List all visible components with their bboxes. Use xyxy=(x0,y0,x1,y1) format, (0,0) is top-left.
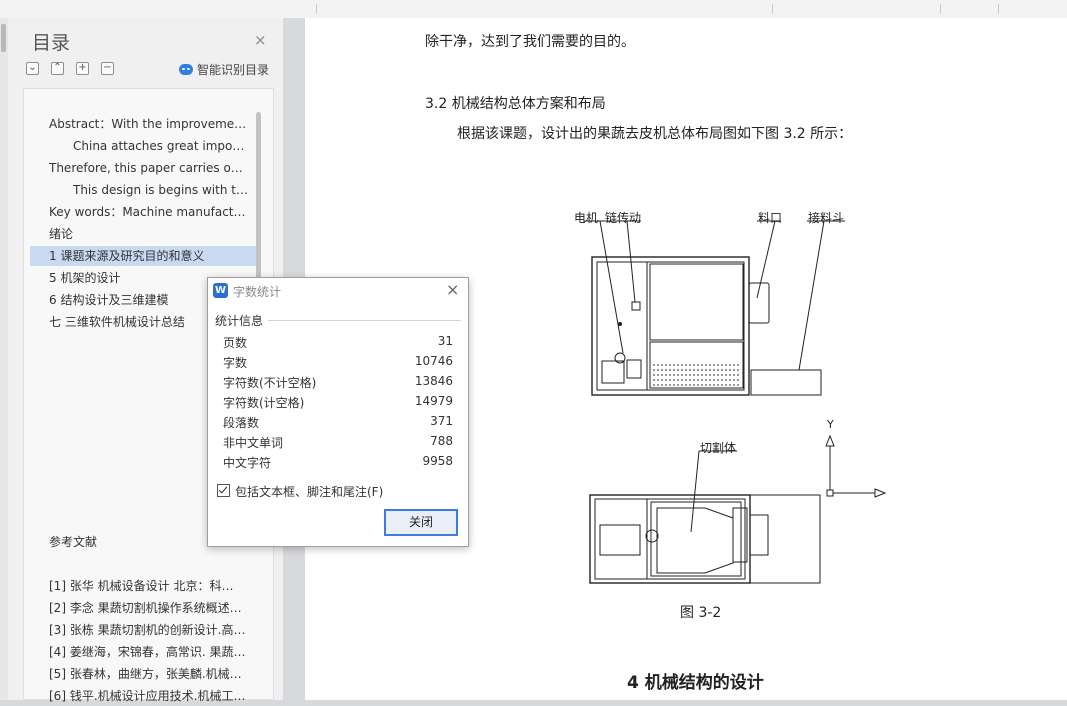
toc-item[interactable]: China attaches great import… xyxy=(73,136,249,156)
smart-recognize-button[interactable]: 智能识别目录 xyxy=(179,61,269,78)
toc-item[interactable]: [6] 钱平.机械设计应用技术.机械工… xyxy=(49,686,249,706)
toc-item[interactable]: [1] 张华 机械设备设计 北京：科… xyxy=(49,576,249,596)
stat-row: 非中文单词 788 xyxy=(223,434,453,452)
ai-recognize-icon xyxy=(179,64,193,75)
stat-row: 字符数(计空格) 14979 xyxy=(223,394,453,412)
stat-label: 非中文单词 xyxy=(223,436,284,450)
edge-scroll-thumb[interactable] xyxy=(1,24,6,52)
top-toolbar xyxy=(0,0,1067,19)
nav-edge-scrollbar[interactable] xyxy=(0,18,8,700)
dialog-close-button[interactable]: 关闭 xyxy=(384,509,458,536)
dialog-close-icon[interactable]: × xyxy=(446,280,459,299)
stat-label: 页数 xyxy=(223,336,248,350)
toc-scrollbar[interactable] xyxy=(256,112,261,287)
toc-item[interactable]: [2] 李念 果蔬切割机操作系统概述… xyxy=(49,598,249,618)
stat-row: 字数 10746 xyxy=(223,354,453,372)
stat-label: 中文字符 xyxy=(223,456,272,470)
toc-item[interactable]: Key words：Machine manufactu… xyxy=(49,202,249,222)
stat-label: 字符数(计空格) xyxy=(223,396,305,410)
stat-value: 31 xyxy=(437,334,453,348)
stat-value: 788 xyxy=(430,434,453,448)
toc-item[interactable]: This design is begins with th… xyxy=(73,180,249,200)
toc-item[interactable]: Abstract：With the improvemen… xyxy=(49,114,249,134)
stat-value: 10746 xyxy=(414,354,453,368)
wps-writer-icon: W xyxy=(213,283,228,298)
stat-row: 页数 31 xyxy=(223,334,453,352)
figure-caption: 图 3-2 xyxy=(680,605,722,621)
toolbar-separator xyxy=(998,4,999,14)
checkbox-checked-icon[interactable] xyxy=(217,484,230,497)
dialog-title: 字数统计 xyxy=(233,285,282,299)
toc-item[interactable]: 绪论 xyxy=(49,224,249,244)
stats-section-title: 统计信息 xyxy=(215,314,264,328)
toc-item[interactable]: [4] 姜继海，宋锦春，高常识. 果蔬… xyxy=(49,642,249,662)
stat-label: 字符数(不计空格) xyxy=(223,376,317,390)
expand-all-button[interactable]: ⌃ xyxy=(51,62,64,75)
include-textbox-footnote-checkbox[interactable]: 包括文本框、脚注和尾注(F) xyxy=(217,483,383,500)
nav-title: 目录 xyxy=(32,32,71,54)
checkbox-label: 包括文本框、脚注和尾注(F) xyxy=(235,485,384,499)
stat-row: 字符数(不计空格) 13846 xyxy=(223,374,453,392)
stat-value: 371 xyxy=(430,414,453,428)
word-count-dialog: W 字数统计 × 统计信息 页数 31 字数 10746 字符数(不计空格) 1384… xyxy=(207,277,469,547)
toc-item[interactable]: Therefore, this paper carries on r… xyxy=(49,158,249,178)
stat-value: 13846 xyxy=(414,374,453,388)
stat-value: 14979 xyxy=(414,394,453,408)
toolbar-separator xyxy=(316,4,317,14)
smart-recognize-label: 智能识别目录 xyxy=(197,63,270,77)
toc-item[interactable]: [3] 张栋 果蔬切割机的创新设计.高… xyxy=(49,620,249,640)
toolbar-separator xyxy=(940,4,941,14)
nav-button-row: ⌄ ⌃ + − xyxy=(26,62,126,76)
dialog-titlebar[interactable]: W 字数统计 × xyxy=(208,278,468,304)
nav-close-icon[interactable]: × xyxy=(254,31,267,49)
toolbar-separator xyxy=(772,4,773,14)
stat-label: 字数 xyxy=(223,356,248,370)
toc-item[interactable]: [5] 张春林，曲继方，张美麟.机械… xyxy=(49,664,249,684)
chapter-heading: 4 机械结构的设计 xyxy=(627,673,764,693)
stat-value: 9958 xyxy=(422,454,453,468)
stat-row: 中文字符 9958 xyxy=(223,454,453,472)
toc-item-selected[interactable]: 1 课题来源及研究目的和意义 xyxy=(30,246,256,266)
stat-label: 段落数 xyxy=(223,416,260,430)
remove-heading-button[interactable]: − xyxy=(101,62,114,75)
section-divider xyxy=(268,320,461,321)
stat-row: 段落数 371 xyxy=(223,414,453,432)
add-heading-button[interactable]: + xyxy=(76,62,89,75)
collapse-all-button[interactable]: ⌄ xyxy=(26,62,39,75)
